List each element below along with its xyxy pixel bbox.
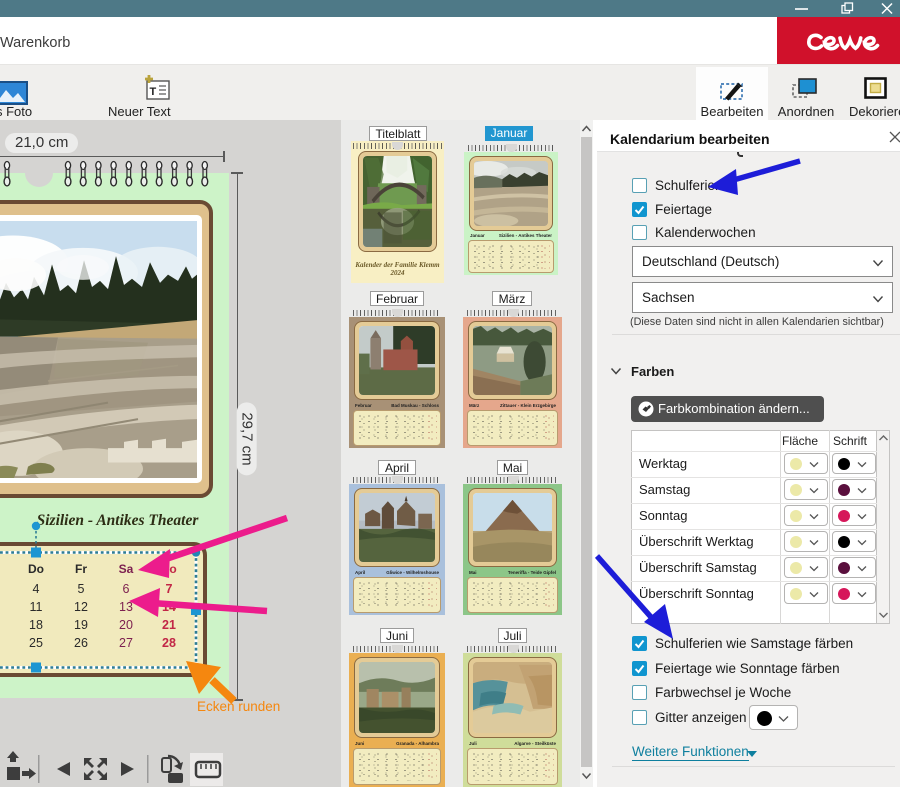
svg-text:T: T xyxy=(150,86,157,98)
